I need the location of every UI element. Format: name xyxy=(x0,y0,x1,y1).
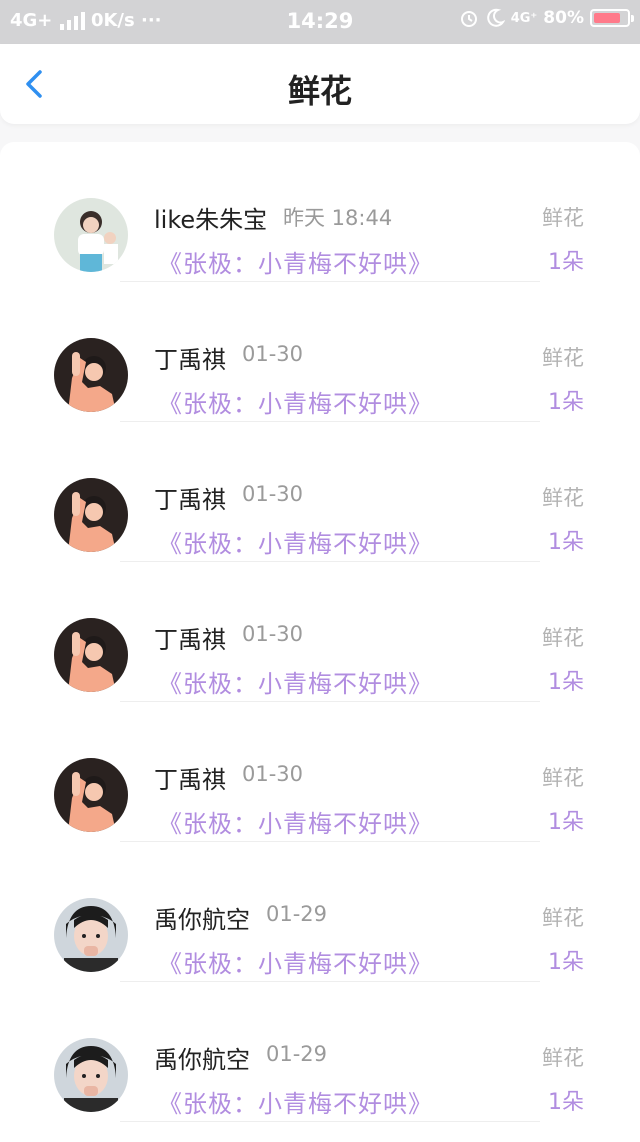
gift-count: 1朵 xyxy=(548,1090,584,1115)
battery-fill xyxy=(594,13,620,23)
avatar[interactable] xyxy=(54,478,128,552)
list-item[interactable]: 丁禹祺 01-30 《张极：小青梅不好哄》 鲜花 1朵 xyxy=(0,422,640,562)
list-item[interactable]: 丁禹祺 01-30 《张极：小青梅不好哄》 鲜花 1朵 xyxy=(0,702,640,842)
gift-type: 鲜花 xyxy=(542,906,584,930)
alarm-icon xyxy=(460,11,477,27)
book-title-link[interactable]: 《张极：小青梅不好哄》 xyxy=(158,524,433,559)
status-right: 4G⁺ 80% xyxy=(459,8,634,28)
list-item[interactable]: 禹你航空 01-29 《张极：小青梅不好哄》 鲜花 1朵 xyxy=(0,982,640,1122)
gift-type: 鲜花 xyxy=(542,766,584,790)
list-item[interactable]: 丁禹祺 01-30 《张极：小青梅不好哄》 鲜花 1朵 xyxy=(0,282,640,422)
battery-label: 80% xyxy=(543,8,584,28)
avatar[interactable] xyxy=(54,758,128,832)
timestamp: 01-29 xyxy=(266,902,328,926)
timestamp: 01-30 xyxy=(242,482,304,506)
user-name: 禹你航空 xyxy=(154,1046,250,1074)
timestamp: 昨天 18:44 xyxy=(283,206,393,230)
user-name: 丁禹祺 xyxy=(154,486,226,514)
avatar[interactable] xyxy=(54,898,128,972)
gift-type: 鲜花 xyxy=(542,346,584,370)
timestamp: 01-30 xyxy=(242,762,304,786)
book-title-link[interactable]: 《张极：小青梅不好哄》 xyxy=(158,664,433,699)
user-name: like朱朱宝 xyxy=(154,206,268,234)
battery-icon xyxy=(590,9,634,27)
book-title-link[interactable]: 《张极：小青梅不好哄》 xyxy=(158,804,433,839)
status-bar: 4G+ 0K/s ··· 14:29 4G⁺ 80% xyxy=(0,0,640,44)
list-item[interactable]: 禹你航空 01-29 《张极：小青梅不好哄》 鲜花 1朵 xyxy=(0,842,640,982)
user-name: 丁禹祺 xyxy=(154,766,226,794)
list-item[interactable]: like朱朱宝 昨天 18:44 《张极：小青梅不好哄》 鲜花 1朵 xyxy=(0,142,640,282)
nav-bar: 鲜花 xyxy=(0,44,640,124)
avatar[interactable] xyxy=(54,198,128,272)
user-name: 禹你航空 xyxy=(154,906,250,934)
avatar[interactable] xyxy=(54,1038,128,1112)
network-right-label: 4G⁺ xyxy=(510,10,538,26)
gift-count: 1朵 xyxy=(548,950,584,975)
gift-count: 1朵 xyxy=(548,390,584,415)
book-title-link[interactable]: 《张极：小青梅不好哄》 xyxy=(158,244,433,279)
timestamp: 01-30 xyxy=(242,622,304,646)
avatar[interactable] xyxy=(54,338,128,412)
divider xyxy=(120,1121,540,1122)
gift-type: 鲜花 xyxy=(542,206,584,230)
timestamp: 01-30 xyxy=(242,342,304,366)
gift-count: 1朵 xyxy=(548,670,584,695)
gift-type: 鲜花 xyxy=(542,626,584,650)
book-title-link[interactable]: 《张极：小青梅不好哄》 xyxy=(158,944,433,979)
gift-type: 鲜花 xyxy=(542,1046,584,1070)
list-item[interactable]: 丁禹祺 01-30 《张极：小青梅不好哄》 鲜花 1朵 xyxy=(0,562,640,702)
user-name: 丁禹祺 xyxy=(154,626,226,654)
book-title-link[interactable]: 《张极：小青梅不好哄》 xyxy=(158,384,433,419)
flower-list: like朱朱宝 昨天 18:44 《张极：小青梅不好哄》 鲜花 1朵 丁禹祺 0… xyxy=(0,142,640,1142)
avatar[interactable] xyxy=(54,618,128,692)
gift-type: 鲜花 xyxy=(542,486,584,510)
page-title: 鲜花 xyxy=(287,72,352,110)
gift-count: 1朵 xyxy=(548,810,584,835)
book-title-link[interactable]: 《张极：小青梅不好哄》 xyxy=(158,1084,433,1119)
gift-count: 1朵 xyxy=(548,250,584,275)
timestamp: 01-29 xyxy=(266,1042,328,1066)
user-name: 丁禹祺 xyxy=(154,346,226,374)
moon-icon xyxy=(486,8,505,27)
gift-count: 1朵 xyxy=(548,530,584,555)
